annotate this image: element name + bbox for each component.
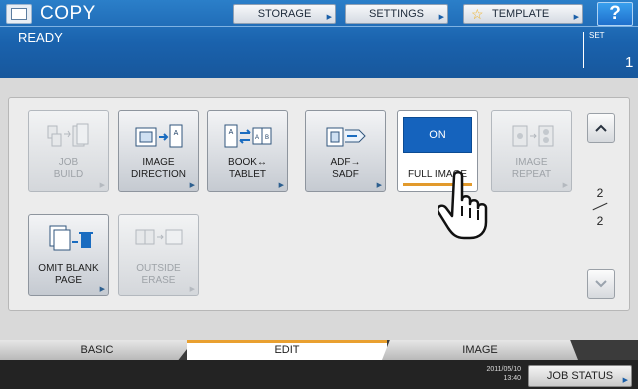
set-label: SET	[589, 31, 605, 40]
storage-button[interactable]: STORAGE ▶	[233, 4, 336, 24]
job-build-label: JOB BUILD	[53, 157, 84, 180]
corner-arrow-icon: ▶	[622, 377, 628, 384]
tab-edit-label: EDIT	[274, 344, 300, 356]
chevron-up-icon	[595, 124, 607, 132]
tab-image[interactable]: IMAGE	[382, 340, 578, 360]
corner-arrow-icon: ▶	[189, 286, 195, 293]
tab-edit[interactable]: EDIT	[187, 340, 387, 360]
adf-sadf-label: ADF→ SADF	[330, 157, 361, 180]
storage-button-label: STORAGE	[257, 8, 312, 20]
corner-arrow-icon: ▶	[326, 14, 332, 21]
image-direction-button[interactable]: A IMAGE DIRECTION ▶	[118, 110, 199, 192]
chevron-down-icon	[595, 280, 607, 288]
image-direction-icon: A	[119, 121, 198, 153]
settings-button[interactable]: SETTINGS ▶	[345, 4, 448, 24]
header-divider	[0, 26, 638, 27]
job-status-button[interactable]: JOB STATUS ▶	[528, 365, 632, 387]
time-text: 13:40	[503, 375, 521, 382]
svg-text:A: A	[173, 130, 178, 137]
corner-arrow-icon: ▶	[99, 182, 105, 189]
app-title: COPY	[40, 3, 96, 24]
tab-image-label: IMAGE	[462, 344, 498, 356]
hand-pointer-icon	[436, 170, 494, 240]
omit-blank-page-icon	[29, 223, 108, 255]
template-button[interactable]: ☆ TEMPLATE ▶	[463, 4, 583, 24]
full-image-on-indicator: ON	[403, 117, 472, 153]
tab-basic[interactable]: BASIC	[0, 340, 194, 360]
help-button[interactable]: ?	[597, 2, 633, 26]
status-text: READY	[18, 30, 63, 45]
scroll-up-button[interactable]	[587, 113, 615, 143]
current-page: 2	[596, 186, 604, 200]
corner-arrow-icon: ▶	[189, 182, 195, 189]
date-text: 2011/05/10	[486, 366, 521, 373]
tab-basic-label: BASIC	[80, 344, 114, 356]
adf-sadf-icon	[306, 121, 385, 153]
image-repeat-icon	[492, 121, 571, 153]
omit-blank-page-label: OMIT BLANK PAGE	[38, 263, 99, 286]
book-tablet-icon: A A B	[208, 121, 287, 153]
set-divider	[583, 32, 584, 68]
scroll-down-button[interactable]	[587, 269, 615, 299]
book-tablet-button[interactable]: A A B BOOK↔ TABLET ▶	[207, 110, 288, 192]
outside-erase-button[interactable]: OUTSIDE ERASE ▶	[118, 214, 199, 296]
svg-text:A: A	[254, 135, 258, 141]
image-repeat-button[interactable]: IMAGE REPEAT ▶	[491, 110, 572, 192]
active-tab-indicator	[187, 340, 387, 343]
job-build-button[interactable]: JOB BUILD ▶	[28, 110, 109, 192]
svg-text:B: B	[264, 135, 268, 141]
outside-erase-label: OUTSIDE ERASE	[136, 263, 181, 286]
svg-text:A: A	[228, 129, 233, 136]
corner-arrow-icon: ▶	[278, 182, 284, 189]
adf-sadf-button[interactable]: ADF→ SADF ▶	[305, 110, 386, 192]
job-status-label: JOB STATUS	[546, 370, 614, 382]
total-pages: 2	[596, 214, 604, 228]
copy-icon	[6, 4, 32, 24]
star-icon: ☆	[471, 6, 484, 22]
image-repeat-label: IMAGE REPEAT	[511, 157, 552, 180]
template-button-label: TEMPLATE	[492, 8, 550, 20]
outside-erase-icon	[119, 223, 198, 255]
corner-arrow-icon: ▶	[99, 286, 105, 293]
omit-blank-page-button[interactable]: OMIT BLANK PAGE ▶	[28, 214, 109, 296]
set-count: 1	[625, 54, 634, 71]
book-tablet-label: BOOK↔ TABLET	[228, 157, 267, 180]
job-build-icon	[29, 121, 108, 153]
corner-arrow-icon: ▶	[562, 182, 568, 189]
date-time: 2011/05/10 13:40	[481, 365, 521, 383]
corner-arrow-icon: ▶	[573, 14, 579, 21]
image-direction-label: IMAGE DIRECTION	[131, 157, 186, 180]
settings-button-label: SETTINGS	[368, 8, 424, 20]
corner-arrow-icon: ▶	[376, 182, 382, 189]
corner-arrow-icon: ▶	[438, 14, 444, 21]
